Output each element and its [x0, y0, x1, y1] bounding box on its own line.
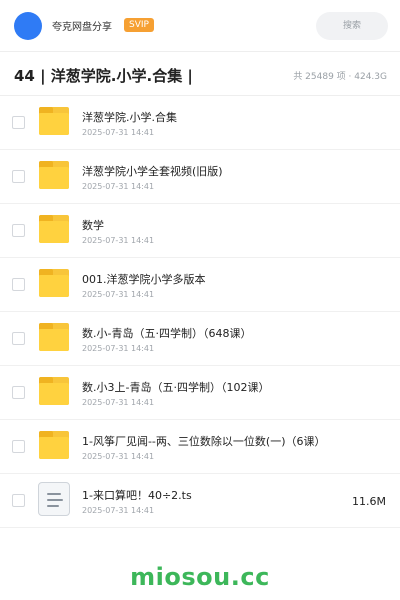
item-date: 2025-07-31 14:41 [82, 182, 155, 191]
svip-badge: SVIP [124, 18, 154, 32]
folder-icon [39, 323, 69, 351]
item-name: 数.小-青岛（五·四学制）（648课） [82, 327, 252, 340]
username: 夸克网盘分享 [52, 22, 112, 33]
folder-title: 44 | 洋葱学院.小学.合集 | [14, 67, 193, 85]
search-input[interactable]: 搜索 [316, 12, 388, 40]
select-checkbox[interactable] [12, 170, 25, 183]
folder-icon [39, 161, 69, 189]
select-checkbox[interactable] [12, 332, 25, 345]
select-checkbox[interactable] [12, 224, 25, 237]
item-name: 数.小3上-青岛（五·四学制）（102课） [82, 381, 270, 394]
list-item[interactable]: 数学 2025-07-31 14:41 [0, 204, 400, 258]
item-date: 2025-07-31 14:41 [82, 452, 155, 461]
select-checkbox[interactable] [12, 494, 25, 507]
folder-icon [39, 107, 69, 135]
item-name: 1-来口算吧！40÷2.ts [82, 489, 192, 502]
top-bar: 夸克网盘分享 SVIP 搜索 [0, 0, 400, 52]
list-item[interactable]: 数.小-青岛（五·四学制）（648课） 2025-07-31 14:41 [0, 312, 400, 366]
select-checkbox[interactable] [12, 440, 25, 453]
folder-stats: 共 25489 项 · 424.3G [293, 72, 387, 82]
item-date: 2025-07-31 14:41 [82, 506, 155, 515]
folder-icon [39, 431, 69, 459]
item-date: 2025-07-31 14:41 [82, 344, 155, 353]
item-name: 洋葱学院.小学.合集 [82, 111, 177, 124]
folder-icon [39, 215, 69, 243]
item-name: 数学 [82, 219, 104, 232]
select-checkbox[interactable] [12, 278, 25, 291]
list-item[interactable]: 1-来口算吧！40÷2.ts 2025-07-31 14:41 11.6M [0, 474, 400, 528]
item-date: 2025-07-31 14:41 [82, 398, 155, 407]
item-name: 001.洋葱学院小学多版本 [82, 273, 206, 286]
list-item[interactable]: 001.洋葱学院小学多版本 2025-07-31 14:41 [0, 258, 400, 312]
watermark-brand: miosou.cc [130, 563, 270, 591]
item-date: 2025-07-31 14:41 [82, 236, 155, 245]
list-item[interactable]: 1-风筝厂见闻--两、三位数除以一位数(一)（6课） 2025-07-31 14:… [0, 420, 400, 474]
select-checkbox[interactable] [12, 386, 25, 399]
folder-header: 44 | 洋葱学院.小学.合集 | 共 25489 项 · 424.3G [0, 52, 400, 96]
footer: miosou.cc [0, 546, 400, 600]
item-size: 11.6M [352, 495, 386, 508]
item-date: 2025-07-31 14:41 [82, 128, 155, 137]
folder-icon [39, 377, 69, 405]
list-item[interactable]: 洋葱学院.小学.合集 2025-07-31 14:41 [0, 96, 400, 150]
item-name: 1-风筝厂见闻--两、三位数除以一位数(一)（6课） [82, 435, 326, 448]
list-item[interactable]: 数.小3上-青岛（五·四学制）（102课） 2025-07-31 14:41 [0, 366, 400, 420]
item-name: 洋葱学院小学全套视频(旧版) [82, 165, 223, 178]
item-date: 2025-07-31 14:41 [82, 290, 155, 299]
list-item[interactable]: 洋葱学院小学全套视频(旧版) 2025-07-31 14:41 [0, 150, 400, 204]
file-icon [38, 482, 70, 516]
folder-icon [39, 269, 69, 297]
avatar[interactable] [14, 12, 42, 40]
file-list: 洋葱学院.小学.合集 2025-07-31 14:41 洋葱学院小学全套视频(旧版)… [0, 96, 400, 528]
select-checkbox[interactable] [12, 116, 25, 129]
